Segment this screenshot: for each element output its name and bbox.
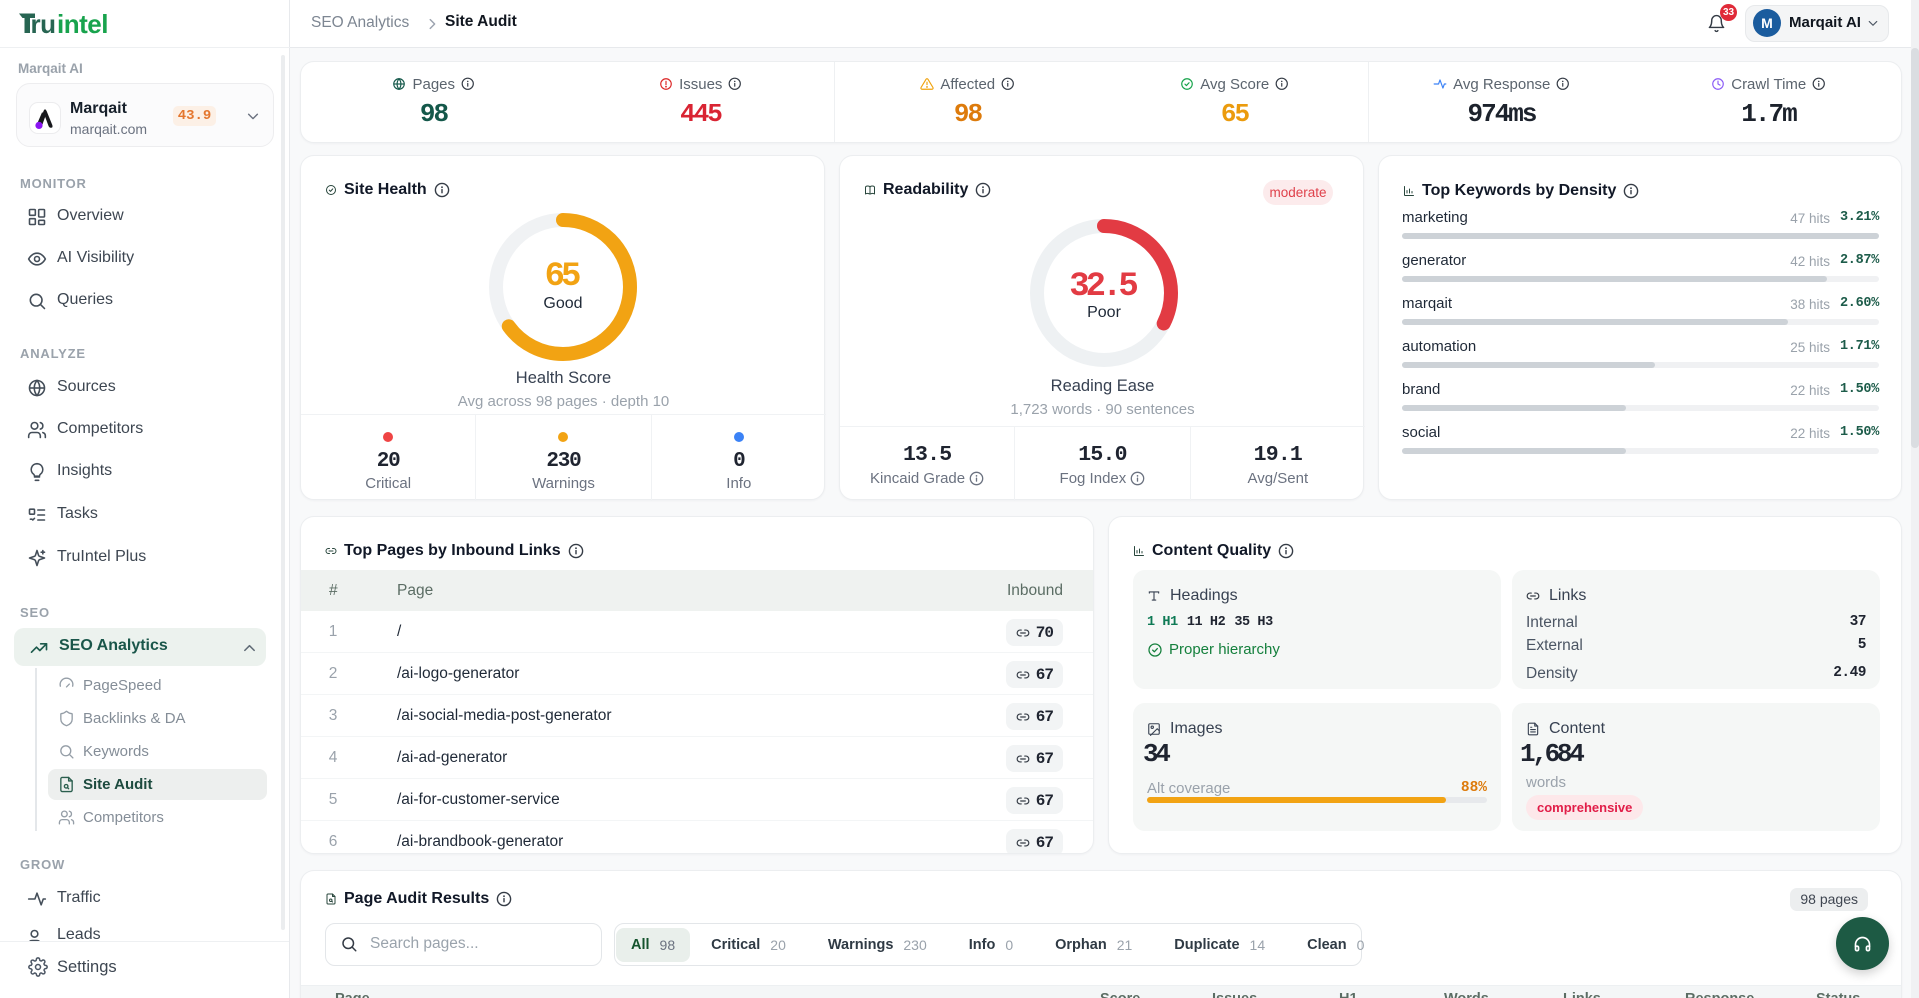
svg-text:intel: intel: [57, 10, 108, 38]
svg-text:ru: ru: [31, 10, 56, 38]
